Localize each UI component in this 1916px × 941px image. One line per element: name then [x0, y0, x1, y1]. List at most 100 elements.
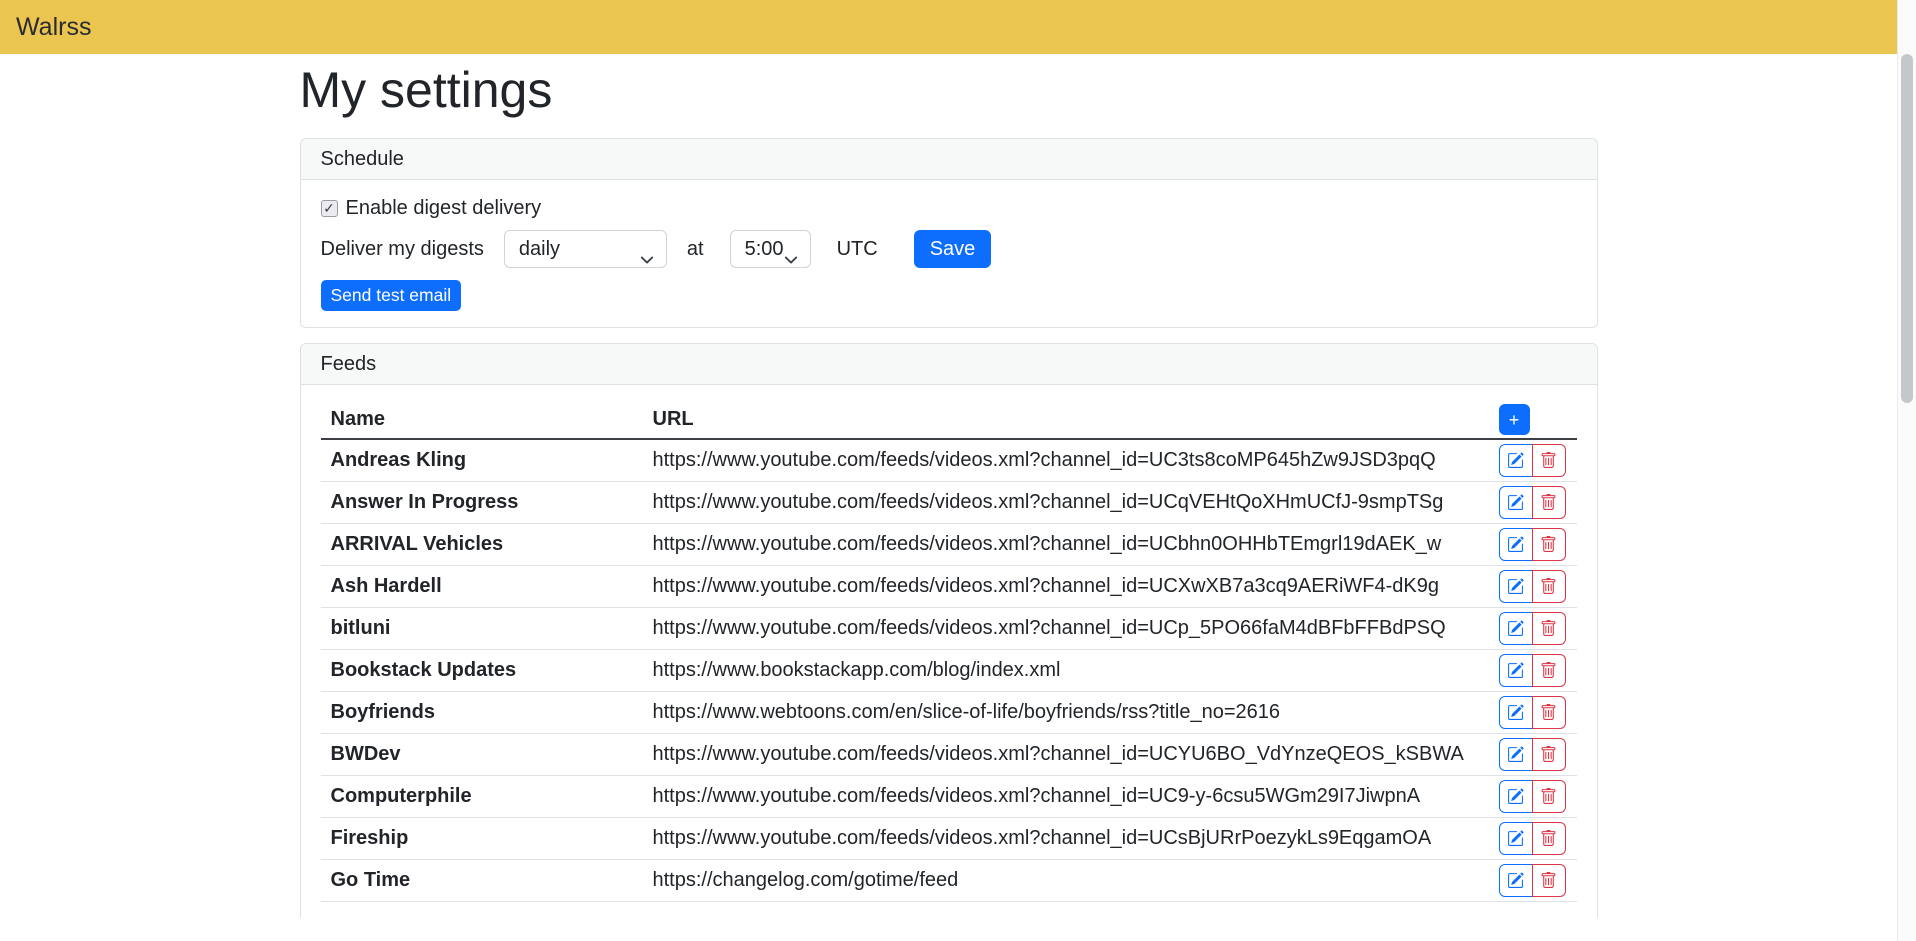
feeds-card: Feeds Name URL +: [300, 343, 1598, 918]
feed-actions-group: [1499, 612, 1566, 645]
feed-actions-cell: [1489, 524, 1577, 566]
feed-url: https://changelog.com/gotime/feed: [643, 860, 1489, 902]
chevron-down-icon: [784, 243, 798, 279]
delete-feed-button[interactable]: [1532, 528, 1566, 561]
feed-actions-group: [1499, 654, 1566, 687]
pencil-square-icon: [1507, 494, 1524, 511]
feed-url: https://www.youtube.com/feeds/videos.xml…: [643, 524, 1489, 566]
edit-feed-button[interactable]: [1499, 822, 1533, 855]
feed-url: https://www.youtube.com/feeds/videos.xml…: [643, 566, 1489, 608]
time-value: 5:00: [745, 231, 784, 267]
delete-feed-button[interactable]: [1532, 780, 1566, 813]
edit-feed-button[interactable]: [1499, 654, 1533, 687]
feed-row: Answer In Progress https://www.youtube.c…: [321, 482, 1577, 524]
feed-actions-group: [1499, 864, 1566, 897]
enable-digest-checkbox[interactable]: ✓: [321, 200, 338, 217]
feed-row: Fireship https://www.youtube.com/feeds/v…: [321, 818, 1577, 860]
frequency-value: daily: [519, 231, 560, 267]
feed-name: Ash Hardell: [321, 566, 643, 608]
send-test-email-button[interactable]: Send test email: [321, 280, 462, 311]
save-button[interactable]: Save: [914, 230, 992, 268]
edit-feed-button[interactable]: [1499, 738, 1533, 771]
feed-name: Fireship: [321, 818, 643, 860]
delete-feed-button[interactable]: [1532, 654, 1566, 687]
edit-feed-button[interactable]: [1499, 444, 1533, 477]
trash-icon: [1540, 578, 1557, 595]
pencil-square-icon: [1507, 578, 1524, 595]
feed-actions-cell: [1489, 439, 1577, 482]
trash-icon: [1540, 620, 1557, 637]
page-title: My settings: [300, 62, 1598, 118]
enable-digest-label: Enable digest delivery: [346, 197, 542, 220]
pencil-square-icon: [1507, 746, 1524, 763]
feeds-table: Name URL +: [321, 401, 1577, 902]
test-email-row: Send test email: [321, 278, 1577, 311]
column-header-actions: +: [1489, 401, 1577, 439]
feed-actions-cell: [1489, 650, 1577, 692]
feed-actions-cell: [1489, 482, 1577, 524]
feed-row: Bookstack Updates https://www.bookstacka…: [321, 650, 1577, 692]
pencil-square-icon: [1507, 620, 1524, 637]
trash-icon: [1540, 788, 1557, 805]
feed-url: https://www.youtube.com/feeds/videos.xml…: [643, 608, 1489, 650]
feed-actions-group: [1499, 486, 1566, 519]
trash-icon: [1540, 872, 1557, 889]
trash-icon: [1540, 662, 1557, 679]
delete-feed-button[interactable]: [1532, 612, 1566, 645]
edit-feed-button[interactable]: [1499, 612, 1533, 645]
pencil-square-icon: [1507, 662, 1524, 679]
edit-feed-button[interactable]: [1499, 528, 1533, 561]
pencil-square-icon: [1507, 452, 1524, 469]
scrollbar-thumb[interactable]: [1901, 54, 1913, 403]
schedule-card-body: ✓ Enable digest delivery Deliver my dige…: [301, 180, 1597, 327]
edit-feed-button[interactable]: [1499, 696, 1533, 729]
main-container: My settings Schedule ✓ Enable digest del…: [300, 54, 1598, 918]
pencil-square-icon: [1507, 872, 1524, 889]
trash-icon: [1540, 494, 1557, 511]
feed-actions-group: [1499, 822, 1566, 855]
frequency-select[interactable]: daily: [504, 230, 667, 268]
pencil-square-icon: [1507, 830, 1524, 847]
edit-feed-button[interactable]: [1499, 780, 1533, 813]
feed-name: Bookstack Updates: [321, 650, 643, 692]
feed-row: bitluni https://www.youtube.com/feeds/vi…: [321, 608, 1577, 650]
navbar-brand[interactable]: Walrss: [16, 13, 91, 42]
delivery-schedule-row: Deliver my digests daily at 5:00: [321, 230, 1577, 268]
window-scrollbar[interactable]: [1897, 0, 1916, 941]
feed-actions-cell: [1489, 566, 1577, 608]
delete-feed-button[interactable]: [1532, 738, 1566, 771]
feed-url: https://www.youtube.com/feeds/videos.xml…: [643, 776, 1489, 818]
feed-row: Boyfriends https://www.webtoons.com/en/s…: [321, 692, 1577, 734]
delete-feed-button[interactable]: [1532, 486, 1566, 519]
edit-feed-button[interactable]: [1499, 864, 1533, 897]
time-select[interactable]: 5:00: [730, 230, 811, 268]
delete-feed-button[interactable]: [1532, 864, 1566, 897]
feed-actions-cell: [1489, 860, 1577, 902]
feed-name: Computerphile: [321, 776, 643, 818]
trash-icon: [1540, 536, 1557, 553]
feed-name: BWDev: [321, 734, 643, 776]
plus-icon: +: [1509, 411, 1520, 429]
page: Walrss My settings Schedule ✓ Enable dig…: [0, 0, 1897, 941]
add-feed-button[interactable]: +: [1499, 404, 1530, 435]
delete-feed-button[interactable]: [1532, 444, 1566, 477]
delete-feed-button[interactable]: [1532, 822, 1566, 855]
enable-digest-row: ✓ Enable digest delivery: [321, 196, 1577, 220]
edit-feed-button[interactable]: [1499, 570, 1533, 603]
app-window: Walrss My settings Schedule ✓ Enable dig…: [0, 0, 1916, 941]
schedule-card: Schedule ✓ Enable digest delivery Delive…: [300, 138, 1598, 328]
feed-actions-group: [1499, 738, 1566, 771]
delete-feed-button[interactable]: [1532, 696, 1566, 729]
delete-feed-button[interactable]: [1532, 570, 1566, 603]
app-navbar: Walrss: [0, 0, 1897, 54]
deliver-label: Deliver my digests: [321, 238, 484, 261]
feed-name: ARRIVAL Vehicles: [321, 524, 643, 566]
feed-url: https://www.youtube.com/feeds/videos.xml…: [643, 439, 1489, 482]
feed-url: https://www.bookstackapp.com/blog/index.…: [643, 650, 1489, 692]
feed-actions-cell: [1489, 776, 1577, 818]
feed-url: https://www.youtube.com/feeds/videos.xml…: [643, 734, 1489, 776]
feed-row: Computerphile https://www.youtube.com/fe…: [321, 776, 1577, 818]
feed-row: Go Time https://changelog.com/gotime/fee…: [321, 860, 1577, 902]
edit-feed-button[interactable]: [1499, 486, 1533, 519]
column-header-name: Name: [321, 401, 643, 439]
